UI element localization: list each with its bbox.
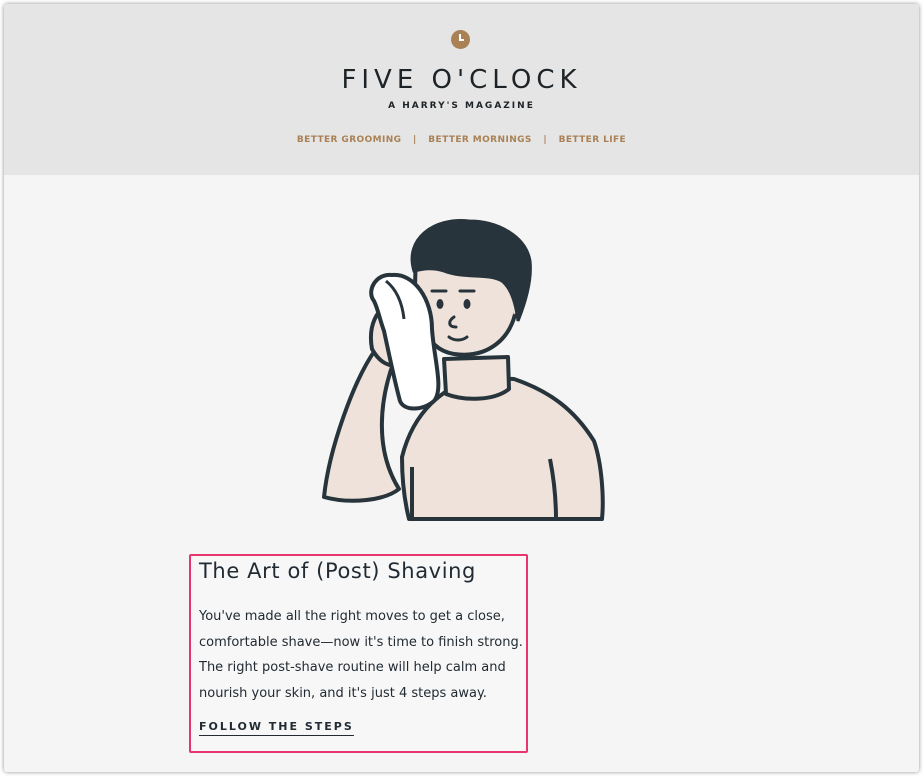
email-frame: FIVE O'CLOCK A HARRY'S MAGAZINE BETTER G…: [4, 4, 919, 772]
nav-item-better-grooming[interactable]: BETTER GROOMING: [297, 135, 402, 145]
neck-shape: [442, 355, 511, 401]
nav-item-better-mornings[interactable]: BETTER MORNINGS: [428, 135, 532, 145]
nav-item-better-life[interactable]: BETTER LIFE: [559, 135, 626, 145]
man-drying-face-illustration: [322, 219, 605, 521]
brand-title[interactable]: FIVE O'CLOCK: [4, 65, 919, 95]
article-card: The Art of (Post) Shaving You've made al…: [189, 554, 528, 753]
nav-separator: |: [543, 135, 548, 145]
nav-bar: BETTER GROOMING | BETTER MORNINGS | BETT…: [4, 135, 919, 145]
left-eye: [436, 299, 444, 309]
brand-tagline: A HARRY'S MAGAZINE: [388, 101, 535, 111]
article-body: You've made all the right moves to get a…: [199, 609, 523, 701]
right-eye: [463, 299, 471, 309]
header: FIVE O'CLOCK A HARRY'S MAGAZINE BETTER G…: [4, 4, 919, 175]
nav-separator: |: [413, 135, 417, 145]
follow-steps-link[interactable]: FOLLOW THE STEPS: [199, 720, 354, 736]
arm-shape: [322, 347, 401, 503]
clock-icon: [451, 30, 470, 49]
article-title[interactable]: The Art of (Post) Shaving: [199, 559, 476, 583]
